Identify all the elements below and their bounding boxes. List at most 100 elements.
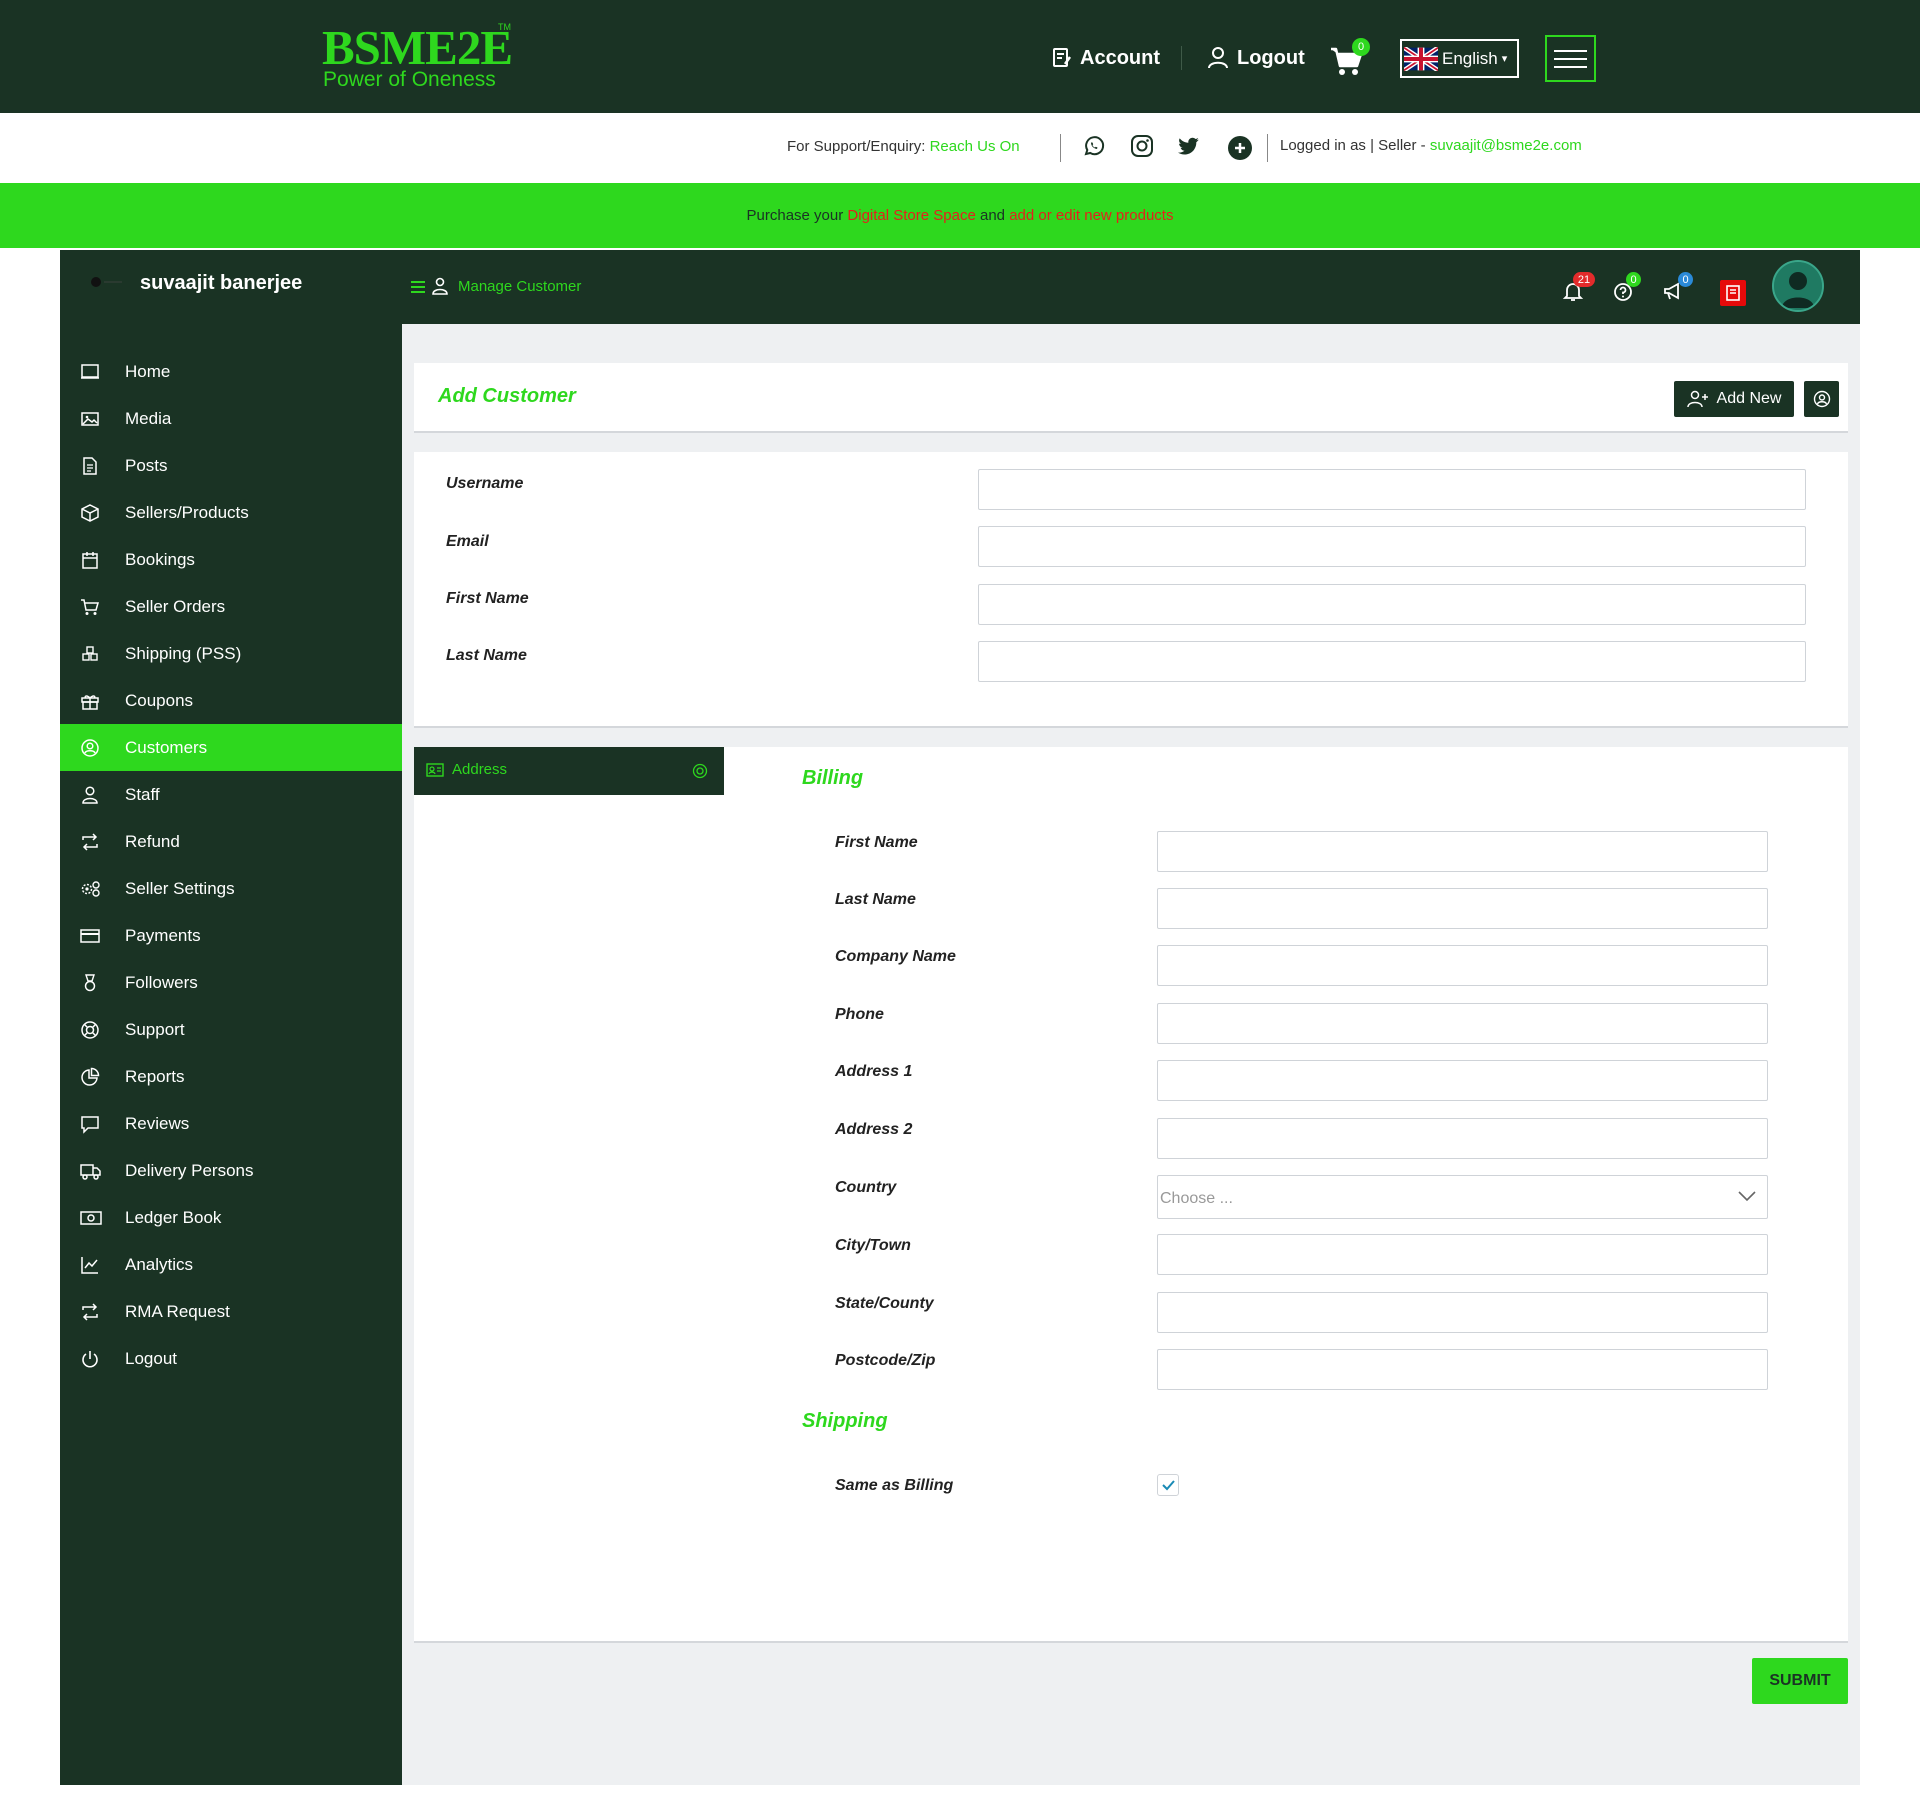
sidebar-item-bookings[interactable]: Bookings [60, 536, 402, 583]
sidebar-item-seller-orders[interactable]: Seller Orders [60, 583, 402, 630]
logo-trademark: TM [498, 22, 511, 32]
seller-email-link[interactable]: suvaajit@bsme2e.com [1430, 137, 1582, 154]
comment-icon [80, 1114, 100, 1134]
digital-store-space-link[interactable]: Digital Store Space [847, 207, 975, 224]
plus-circle-icon[interactable] [1227, 135, 1253, 161]
billing-postcode-input[interactable] [1157, 1349, 1768, 1390]
billing-state-input[interactable] [1157, 1292, 1768, 1333]
sidebar: Home Media Posts Sellers/Products Bookin… [60, 324, 402, 1785]
account-icon [1052, 47, 1072, 69]
account-link[interactable]: Account [1052, 44, 1160, 72]
sidebar-item-shipping[interactable]: Shipping (PSS) [60, 630, 402, 677]
cart-button[interactable]: 0 [1330, 38, 1372, 76]
site-logo[interactable]: BSME2E TM Power of Oneness [322, 22, 522, 94]
sidebar-item-staff[interactable]: Staff [60, 771, 402, 818]
sidebar-item-logout[interactable]: Logout [60, 1335, 402, 1382]
billing-address1-input[interactable] [1157, 1060, 1768, 1101]
sidebar-item-label: RMA Request [125, 1301, 230, 1321]
manage-customers-button[interactable] [1804, 381, 1839, 417]
language-select[interactable]: English ▾ [1400, 39, 1519, 78]
sidebar-item-seller-settings[interactable]: Seller Settings [60, 865, 402, 912]
sidebar-item-payments[interactable]: Payments [60, 912, 402, 959]
billing-company-input[interactable] [1157, 945, 1768, 986]
sidebar-item-refund[interactable]: Refund [60, 818, 402, 865]
sidebar-item-rma-request[interactable]: RMA Request [60, 1288, 402, 1335]
logo-text: BSME2E [322, 20, 513, 75]
sidebar-item-delivery-persons[interactable]: Delivery Persons [60, 1147, 402, 1194]
add-customer-header-card: Add Customer Add New [414, 363, 1848, 431]
image-icon [80, 409, 100, 429]
avatar[interactable] [1772, 260, 1824, 312]
sidebar-item-ledger-book[interactable]: Ledger Book [60, 1194, 402, 1241]
tab-address[interactable]: Address [414, 747, 724, 795]
chevron-down-icon [1737, 1190, 1757, 1202]
sidebar-item-label: Sellers/Products [125, 502, 249, 522]
support-prefix: For Support/Enquiry: [787, 138, 926, 155]
pdf-catalog-button[interactable] [1720, 280, 1746, 306]
user-icon [80, 785, 100, 805]
breadcrumb-manage-customer[interactable]: Manage Customer [458, 278, 581, 295]
sidebar-item-label: Shipping (PSS) [125, 643, 242, 663]
sidebar-item-label: Analytics [125, 1254, 194, 1274]
first-name-input[interactable] [978, 584, 1806, 625]
user-circle-icon [80, 738, 100, 758]
notification-count-badge: 21 [1573, 272, 1595, 287]
billing-phone-input[interactable] [1157, 1003, 1768, 1044]
sidebar-item-label: Payments [125, 925, 201, 945]
email-label: Email [446, 533, 489, 550]
submit-button[interactable]: SUBMIT [1752, 1658, 1848, 1704]
reach-us-link[interactable]: Reach Us On [930, 138, 1020, 155]
award-icon [80, 973, 100, 993]
sidebar-item-analytics[interactable]: Analytics [60, 1241, 402, 1288]
username-input[interactable] [978, 469, 1806, 510]
money-bill-icon [80, 1208, 102, 1228]
store-logo-icon [90, 275, 130, 289]
sidebar-item-followers[interactable]: Followers [60, 959, 402, 1006]
twitter-icon[interactable] [1177, 134, 1203, 160]
sidebar-item-reviews[interactable]: Reviews [60, 1100, 402, 1147]
sidebar-item-reports[interactable]: Reports [60, 1053, 402, 1100]
billing-city-input[interactable] [1157, 1234, 1768, 1275]
page-title: Add Customer [438, 385, 576, 407]
sidebar-item-sellers-products[interactable]: Sellers/Products [60, 489, 402, 536]
billing-country-select[interactable]: Choose ... [1157, 1175, 1768, 1219]
user-name: suvaajit banerjee [140, 272, 303, 294]
billing-address2-input[interactable] [1157, 1118, 1768, 1159]
monitor-icon [80, 362, 100, 382]
logout-link[interactable]: Logout [1207, 44, 1305, 72]
instagram-icon[interactable] [1130, 134, 1156, 160]
sidebar-item-home[interactable]: Home [60, 348, 402, 395]
billing-address2-label: Address 2 [835, 1121, 913, 1138]
sidebar-item-label: Reviews [125, 1113, 190, 1133]
billing-first-name-input[interactable] [1157, 831, 1768, 872]
sidebar-toggle-icon[interactable] [408, 277, 428, 297]
customer-info-card: Username Email First Name Last Name [414, 452, 1848, 726]
add-new-button[interactable]: Add New [1674, 381, 1794, 417]
username-label: Username [446, 475, 524, 492]
sidebar-item-label: Seller Settings [125, 878, 235, 898]
hamburger-menu-button[interactable] [1545, 35, 1596, 82]
billing-last-name-input[interactable] [1157, 888, 1768, 929]
boxes-icon [80, 644, 100, 664]
sidebar-item-coupons[interactable]: Coupons [60, 677, 402, 724]
sidebar-item-label: Refund [125, 831, 180, 851]
cart-icon [80, 597, 100, 617]
sidebar-item-media[interactable]: Media [60, 395, 402, 442]
billing-first-name-label: First Name [835, 834, 918, 851]
email-input[interactable] [978, 526, 1806, 567]
user-circle-icon [1813, 390, 1831, 408]
whatsapp-icon[interactable] [1082, 134, 1108, 160]
add-new-label: Add New [1716, 390, 1782, 407]
power-icon [80, 1349, 100, 1369]
logged-in-prefix: Logged in as | Seller - [1280, 137, 1426, 154]
last-name-input[interactable] [978, 641, 1806, 682]
sidebar-item-customers[interactable]: Customers [60, 724, 402, 771]
sidebar-item-support[interactable]: Support [60, 1006, 402, 1053]
promo-banner: Purchase your Digital Store Space and ad… [0, 183, 1920, 248]
top-header: BSME2E TM Power of Oneness Account Logou… [0, 0, 1920, 113]
customer-icon [430, 276, 450, 296]
add-edit-products-link[interactable]: add or edit new products [1009, 207, 1173, 224]
same-as-billing-checkbox[interactable] [1157, 1474, 1179, 1496]
sidebar-item-label: Media [125, 408, 172, 428]
sidebar-item-posts[interactable]: Posts [60, 442, 402, 489]
